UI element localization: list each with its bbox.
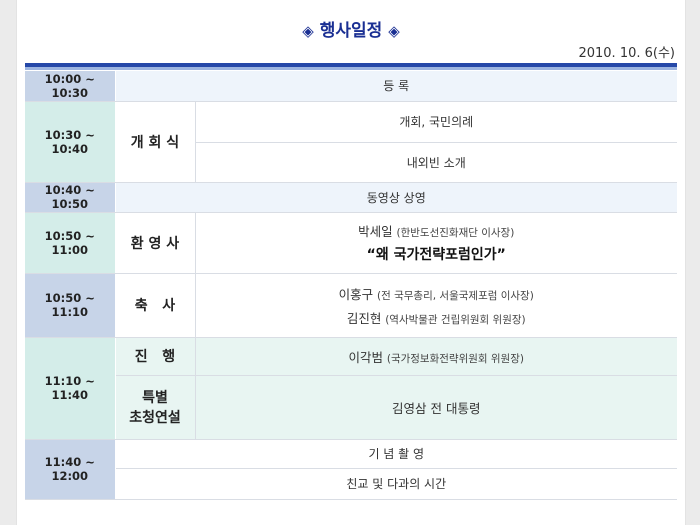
speaker-name: 김진현 (346, 310, 382, 326)
event-cell: 동영상 상영 (115, 182, 677, 213)
speaker-name: 이각범 (348, 349, 384, 365)
speaker-role: (역사박물관 건립위원회 위원장) (385, 313, 526, 326)
event-cell: 친교 및 다과의 시간 (115, 468, 677, 500)
header-divider-light (25, 67, 677, 70)
diamond-right-icon: ◈ (388, 22, 400, 40)
category-cell: 진 행 (115, 337, 196, 376)
event-cell: 내외빈 소개 (195, 142, 677, 183)
time-cell: 10:30 ~ 10:40 (25, 101, 116, 183)
table-row: 11:40 ~ 12:00 기 념 촬 영 (25, 439, 677, 500)
time-cell: 11:10 ~ 11:40 (25, 337, 116, 440)
schedule-table: 10:00 ~ 10:30 등 록 10:30 ~ 10:40 개 회 식 개회… (25, 71, 677, 500)
diamond-left-icon: ◈ (302, 22, 314, 40)
time-cell: 10:50 ~ 11:00 (25, 212, 116, 274)
event-cell: 박세일 (한반도선진화재단 이사장) “왜 국가전략포럼인가” (195, 212, 677, 274)
schedule-panel: ◈ 행사일정 ◈ 2010. 10. 6(수) 10:00 ~ 10:30 등 … (16, 0, 686, 525)
page-title: ◈ 행사일정 ◈ (17, 16, 685, 41)
category-cell: 특별 초청연설 (115, 375, 196, 440)
speaker-role: (한반도선진화재단 이사장) (396, 227, 515, 239)
category-line: 초청연설 (129, 410, 181, 426)
table-row: 10:30 ~ 10:40 개 회 식 개회, 국민의례 (25, 101, 677, 183)
time-cell: 10:40 ~ 10:50 (25, 182, 116, 213)
time-cell: 11:40 ~ 12:00 (25, 439, 116, 500)
event-date: 2010. 10. 6(수) (578, 46, 675, 61)
category-cell: 축 사 (115, 273, 196, 338)
event-cell: 기 념 촬 영 (115, 439, 677, 469)
category-cell: 개 회 식 (115, 101, 196, 183)
time-cell: 10:00 ~ 10:30 (25, 71, 116, 102)
speaker-name: 이홍구 (338, 286, 374, 302)
event-cell: 등 록 (115, 71, 677, 102)
event-cell: 김영삼 전 대통령 (195, 375, 677, 440)
speaker-name: 박세일 (358, 224, 393, 239)
speaker-role: (국가정보화전략위원회 위원장) (386, 352, 524, 365)
table-row: 10:40 ~ 10:50 동영상 상영 (25, 182, 677, 213)
time-cell: 10:50 ~ 11:10 (25, 273, 116, 338)
event-cell: 개회, 국민의례 (195, 101, 677, 143)
category-line: 특별 (142, 390, 168, 406)
table-row: 10:00 ~ 10:30 등 록 (25, 71, 677, 102)
table-row: 10:50 ~ 11:10 축 사 이홍구 (전 국무총리, 서울국제포럼 이사… (25, 273, 677, 338)
event-cell: 이각범 (국가정보화전략위원회 위원장) (195, 337, 677, 376)
speech-title: “왜 국가전략포럼인가” (366, 247, 506, 263)
title-text: 행사일정 (319, 21, 383, 41)
speaker-role: (전 국무총리, 서울국제포럼 이사장) (377, 289, 534, 302)
event-cell: 이홍구 (전 국무총리, 서울국제포럼 이사장) 김진현 (역사박물관 건립위원… (195, 273, 677, 338)
table-row: 친교 및 다과의 시간 (25, 468, 677, 500)
table-row: 특별 초청연설 김영삼 전 대통령 (25, 375, 677, 440)
category-cell: 환 영 사 (115, 212, 196, 274)
table-row: 10:50 ~ 11:00 환 영 사 박세일 (한반도선진화재단 이사장) “… (25, 212, 677, 274)
table-row: 11:10 ~ 11:40 진 행 이각범 (국가정보화전략위원회 위원장) (25, 337, 677, 440)
